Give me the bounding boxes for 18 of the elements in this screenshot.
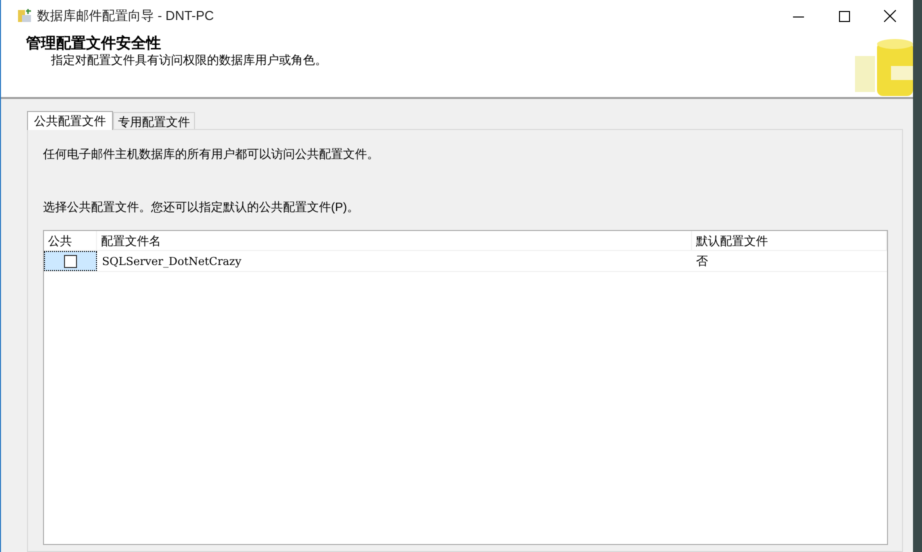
checkbox[interactable] xyxy=(64,254,77,268)
maximize-icon xyxy=(838,10,850,22)
database-icon xyxy=(855,36,913,96)
column-header[interactable]: 配置文件名 xyxy=(97,231,692,250)
column-header[interactable]: 默认配置文件 xyxy=(692,231,887,250)
app-icon xyxy=(17,8,33,24)
table-cell[interactable] xyxy=(44,251,97,271)
close-icon xyxy=(884,10,896,22)
table-cell-text: SQLServer_DotNetCrazy xyxy=(101,254,242,270)
intro-text: 任何电子邮件主机数据库的所有用户都可以访问公共配置文件。 xyxy=(43,147,380,161)
tab[interactable]: 专用配置文件 xyxy=(113,112,195,129)
column-header[interactable]: 公共 xyxy=(44,231,97,250)
table-cell-text: 否 xyxy=(695,253,709,270)
tab[interactable]: 公共配置文件 xyxy=(27,111,113,130)
instruction-text: 选择公共配置文件。您还可以指定默认的公共配置文件(P)。 xyxy=(43,200,360,214)
page-title: 管理配置文件安全性 xyxy=(26,35,162,53)
window-title: 数据库邮件配置向导 - DNT-PC xyxy=(37,7,214,26)
page-subtitle: 指定对配置文件具有访问权限的数据库用户或角色。 xyxy=(50,53,328,67)
